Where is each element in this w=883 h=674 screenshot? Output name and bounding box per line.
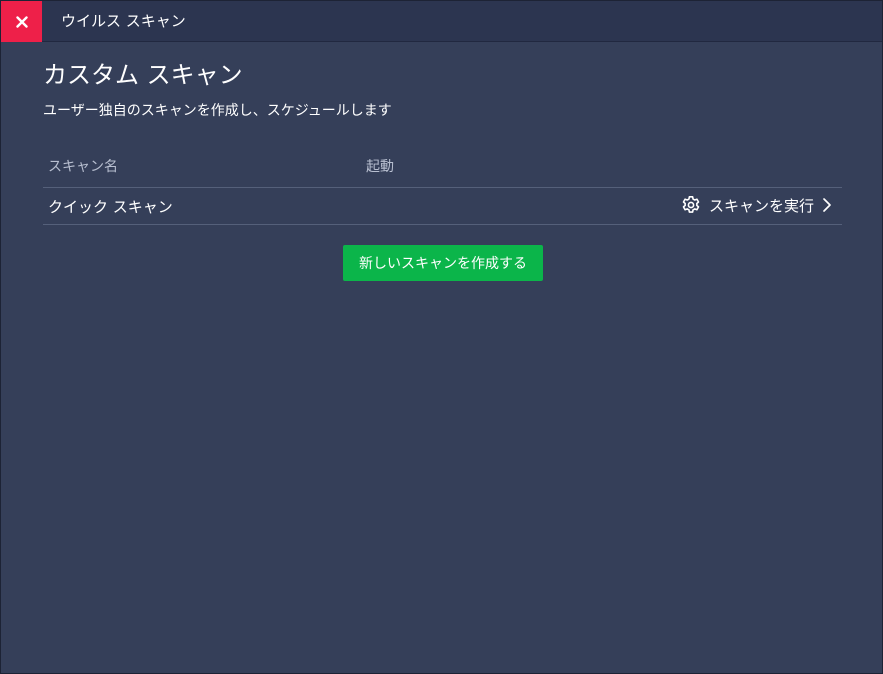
scan-name: クイック スキャン (48, 198, 173, 216)
chevron-right-icon (823, 198, 831, 212)
run-scan-label: スキャンを実行 (708, 196, 814, 215)
page-subtitle: ユーザー独自のスキャンを作成し、スケジュールします (43, 103, 392, 119)
table-row[interactable]: クイック スキャン スキャンを実行 (43, 188, 842, 225)
app-window: ウイルス スキャン カスタム スキャン ユーザー独自のスキャンを作成し、スケジュ… (0, 0, 883, 674)
title-bar: ウイルス スキャン (1, 1, 882, 42)
window-title: ウイルス スキャン (61, 12, 186, 30)
close-button[interactable] (1, 1, 42, 42)
run-scan-button[interactable]: スキャンを実行 (681, 194, 832, 216)
create-new-scan-button[interactable]: 新しいスキャンを作成する (343, 245, 543, 281)
gear-icon (682, 196, 700, 213)
close-icon (15, 15, 28, 28)
page-title: カスタム スキャン (43, 61, 243, 89)
scan-table-header: スキャン名 起動 (43, 148, 842, 188)
column-header-scan-name: スキャン名 (48, 159, 118, 175)
column-header-start: 起動 (366, 159, 394, 175)
